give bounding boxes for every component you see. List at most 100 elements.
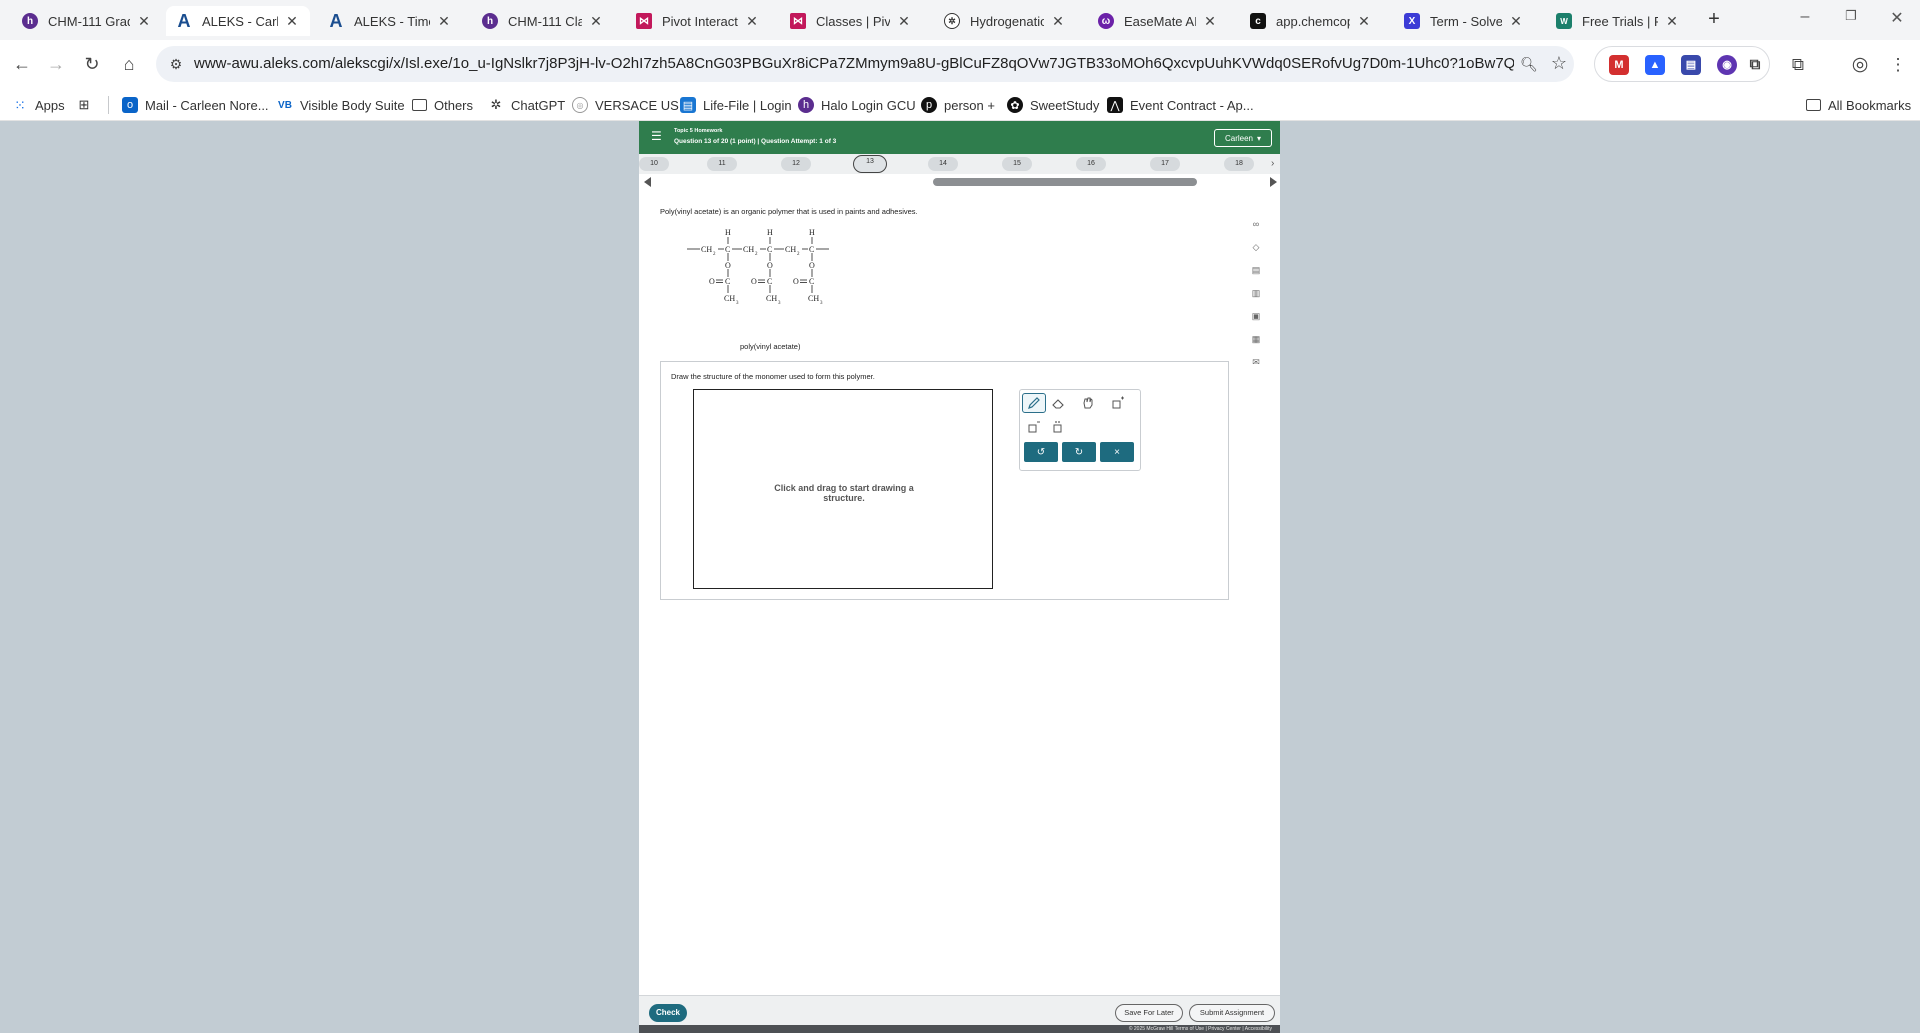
bookmark-label: ChatGPT: [511, 97, 566, 113]
minimize-icon[interactable]: –: [1792, 8, 1818, 30]
address-bar[interactable]: ⚙ www-awu.aleks.com/alekscgi/x/Isl.exe/1…: [156, 46, 1574, 82]
close-icon[interactable]: ✕: [1356, 13, 1372, 30]
tab-chm111-class[interactable]: h CHM-111 Class ✕: [472, 6, 614, 36]
scrollbar-thumb[interactable]: [933, 178, 1197, 186]
bookmark-label: Event Contract - Ap...: [1130, 97, 1254, 113]
user-menu-button[interactable]: Carleen ▾: [1214, 129, 1272, 147]
submit-assignment-button[interactable]: Submit Assignment: [1189, 1004, 1275, 1022]
question-number-current[interactable]: 13: [853, 155, 887, 173]
zoom-icon[interactable]: 🔍︎: [1518, 53, 1540, 75]
close-icon[interactable]: ✕: [1664, 13, 1680, 30]
restore-icon[interactable]: ❐: [1838, 8, 1864, 30]
menu-dots-icon[interactable]: ⋮: [1886, 53, 1910, 77]
tab-free-trials[interactable]: W Free Trials | Rev ✕: [1546, 6, 1690, 36]
close-icon[interactable]: ✕: [136, 13, 152, 30]
bookmark-visible-body[interactable]: VB Visible Body Suite: [277, 94, 405, 116]
eraser-tool-button[interactable]: [1046, 393, 1070, 413]
clear-button[interactable]: ×: [1100, 442, 1134, 462]
question-number[interactable]: 18: [1224, 157, 1254, 171]
calculator-icon[interactable]: ▦: [1249, 332, 1263, 346]
tab-label: ALEKS - Timed: [354, 13, 430, 29]
atom-label: CH: [785, 245, 796, 254]
forward-icon[interactable]: →: [42, 50, 70, 78]
reload-icon[interactable]: ↻: [78, 50, 106, 78]
mail-icon[interactable]: ✉: [1249, 355, 1263, 369]
close-icon[interactable]: ✕: [436, 13, 452, 30]
bookmark-others[interactable]: Others: [412, 94, 473, 116]
tab-aleks-timed[interactable]: A ALEKS - Timed ✕: [318, 6, 462, 36]
scroll-left-icon[interactable]: [644, 177, 651, 187]
question-nav-scrollbar[interactable]: [639, 174, 1280, 190]
bookmark-versace[interactable]: ◎ VERSACE US: [572, 94, 679, 116]
bookmark-all[interactable]: All Bookmarks: [1806, 94, 1911, 116]
lone-pair-tool-button[interactable]: [1046, 417, 1070, 437]
hand-tool-button[interactable]: [1076, 393, 1100, 413]
tab-classes-pivot[interactable]: ⋈ Classes | Pivot I ✕: [780, 6, 922, 36]
tab-pivot-interactive[interactable]: ⋈ Pivot Interactive ✕: [626, 6, 770, 36]
scroll-right-icon[interactable]: [1270, 177, 1277, 187]
bookmark-person[interactable]: p person +: [921, 94, 995, 116]
bookmark-grid[interactable]: ⊞: [76, 94, 99, 116]
drawing-canvas[interactable]: Click and drag to start drawing a struct…: [693, 389, 993, 589]
new-tab-button[interactable]: +: [1703, 9, 1725, 31]
save-for-later-button[interactable]: Save For Later: [1115, 1004, 1183, 1022]
question-number[interactable]: 16: [1076, 157, 1106, 171]
close-icon[interactable]: ✕: [1508, 13, 1524, 30]
bookmark-life-file[interactable]: ▤ Life-File | Login: [680, 94, 792, 116]
bookmark-apps[interactable]: ⁙ Apps: [12, 94, 65, 116]
close-icon[interactable]: ✕: [284, 13, 300, 30]
tab-hydrogenation[interactable]: ✲ Hydrogenation ✕: [934, 6, 1076, 36]
atom-label: C: [725, 277, 730, 286]
close-icon[interactable]: ✕: [588, 13, 604, 30]
question-number[interactable]: 10: [639, 157, 669, 171]
menu-icon[interactable]: ☰: [651, 130, 663, 142]
url-text[interactable]: www-awu.aleks.com/alekscgi/x/Isl.exe/1o_…: [194, 55, 1514, 72]
bookmark-mail[interactable]: o Mail - Carleen Nore...: [122, 94, 269, 116]
redo-button[interactable]: ↻: [1062, 442, 1096, 462]
extension-doc-icon[interactable]: ▤: [1681, 55, 1701, 75]
bookmark-sweetstudy[interactable]: ✿ SweetStudy: [1007, 94, 1099, 116]
graduation-cap-icon[interactable]: ▲: [1645, 55, 1665, 75]
minus-charge-tool-button[interactable]: [1022, 417, 1046, 437]
back-icon[interactable]: ←: [8, 50, 36, 78]
undo-button[interactable]: ↺: [1024, 442, 1058, 462]
question-number[interactable]: 11: [707, 157, 737, 171]
bookmark-chatgpt[interactable]: ✲ ChatGPT: [488, 94, 566, 116]
tab-easemate[interactable]: ω EaseMate AI Ch ✕: [1088, 6, 1228, 36]
tab-chm111-grades[interactable]: h CHM-111 Grad ✕: [12, 6, 162, 36]
close-icon[interactable]: ✕: [1050, 13, 1066, 30]
infinity-icon[interactable]: ∞: [1249, 217, 1263, 231]
question-number[interactable]: 12: [781, 157, 811, 171]
atom-label: C: [725, 245, 730, 254]
site-settings-icon[interactable]: ⚙: [166, 54, 186, 74]
tab-search-icon[interactable]: ⧉: [1786, 53, 1810, 77]
home-icon[interactable]: ⌂: [115, 50, 143, 78]
close-icon[interactable]: ✕: [896, 13, 912, 30]
bookmark-label: Visible Body Suite: [300, 97, 405, 113]
plus-charge-tool-button[interactable]: [1106, 393, 1130, 413]
mcafee-icon[interactable]: M: [1609, 55, 1629, 75]
check-button[interactable]: Check: [649, 1004, 687, 1022]
hint-icon[interactable]: ◇: [1249, 240, 1263, 254]
notes-icon[interactable]: ▤: [1249, 263, 1263, 277]
question-number[interactable]: 17: [1150, 157, 1180, 171]
bookmark-star-icon[interactable]: ☆: [1548, 52, 1570, 74]
bookmark-halo[interactable]: h Halo Login GCU: [798, 94, 916, 116]
extension-circle-icon[interactable]: ◉: [1717, 55, 1737, 75]
question-number[interactable]: 15: [1002, 157, 1032, 171]
close-icon[interactable]: ✕: [1202, 13, 1218, 30]
close-icon[interactable]: ✕: [744, 13, 760, 30]
chevron-right-icon[interactable]: ›: [1271, 158, 1274, 169]
question-number[interactable]: 14: [928, 157, 958, 171]
chart-icon[interactable]: ▥: [1249, 286, 1263, 300]
tab-chemcopilot[interactable]: c app.chemcopilo ✕: [1240, 6, 1382, 36]
close-window-icon[interactable]: ✕: [1884, 8, 1910, 30]
bookmark-event-contract[interactable]: ⋀ Event Contract - Ap...: [1107, 94, 1254, 116]
tab-label: CHM-111 Grad: [48, 13, 130, 29]
pencil-tool-button[interactable]: [1022, 393, 1046, 413]
tab-aleks-carleen[interactable]: A ALEKS - Carleen ✕: [166, 6, 310, 36]
image-icon[interactable]: ▣: [1249, 309, 1263, 323]
tab-solvely[interactable]: X Term - Solvely ✕: [1394, 6, 1534, 36]
puzzle-icon[interactable]: ⧉: [1745, 55, 1765, 75]
profile-icon[interactable]: ◎: [1848, 53, 1872, 77]
